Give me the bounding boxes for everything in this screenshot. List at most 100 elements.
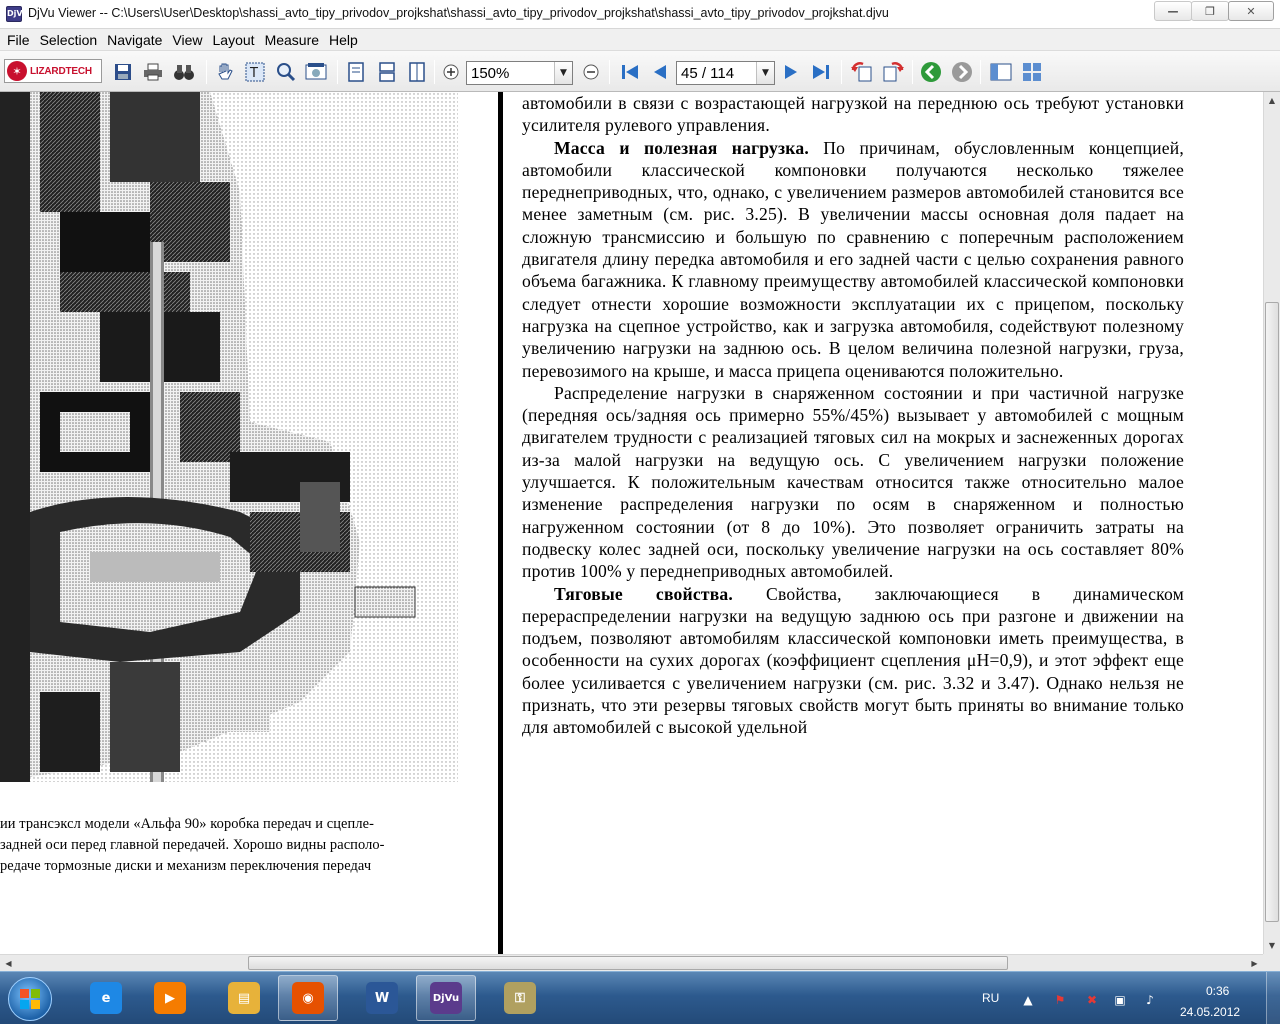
windows-logo-icon — [20, 1000, 29, 1009]
menu-selection[interactable]: Selection — [35, 29, 103, 51]
lizard-icon: ✶ — [7, 61, 27, 81]
last-page-icon[interactable] — [810, 61, 832, 83]
prev-page-icon[interactable] — [649, 61, 671, 83]
scroll-right-icon[interactable]: ▶ — [1246, 955, 1263, 971]
djvu-app-icon[interactable]: DjVu — [6, 6, 28, 22]
horizontal-scrollbar[interactable]: ◀ ▶ — [0, 954, 1263, 971]
scroll-left-icon[interactable]: ◀ — [0, 955, 17, 971]
thumbnails-icon[interactable] — [1021, 61, 1043, 83]
start-button[interactable] — [8, 977, 52, 1021]
page-value[interactable]: 45 / 114 — [677, 62, 756, 84]
clock-date[interactable]: 24.05.2012 — [1180, 1005, 1240, 1019]
action-center-icon[interactable]: ⚑ — [1052, 992, 1068, 1008]
word-icon: W — [366, 982, 398, 1014]
volume-icon[interactable]: ♪ — [1142, 992, 1158, 1008]
network-icon[interactable]: ▣ — [1112, 992, 1128, 1008]
vertical-scroll-thumb[interactable] — [1265, 302, 1279, 922]
caption-line: редаче тормозные диски и механизм перекл… — [0, 858, 372, 874]
minimize-button[interactable]: — — [1154, 1, 1192, 21]
scroll-up-icon[interactable]: ▲ — [1264, 92, 1280, 109]
toolbar-separator — [337, 60, 338, 84]
close-button[interactable]: ✕ — [1228, 1, 1274, 21]
toolbar-separator — [609, 60, 610, 84]
paragraph: Распределение нагрузки в снаряженном сос… — [522, 382, 1184, 582]
window-title: DjVu Viewer -- C:\Users\User\Desktop\sha… — [28, 6, 889, 20]
single-page-icon[interactable] — [345, 61, 367, 83]
right-page: автомобили в связи с возрастающей нагруз… — [503, 92, 1263, 954]
menu-navigate[interactable]: Navigate — [102, 29, 167, 51]
paragraph: Тяговые свойства. Свойства, заключающиес… — [522, 583, 1184, 739]
figure-caption: ии трансэксл модели «Альфа 90» коробка п… — [0, 814, 492, 877]
keys-icon: ⚿ — [504, 982, 536, 1014]
lizardtech-logo[interactable]: ✶ LIZARDTECH — [4, 59, 102, 83]
paragraph-heading: Масса и полезная нагрузка. — [554, 137, 809, 158]
first-page-icon[interactable] — [619, 61, 641, 83]
scroll-down-icon[interactable]: ▼ — [1264, 937, 1280, 954]
zoom-select[interactable]: 150% ▼ — [466, 61, 573, 85]
hand-icon[interactable] — [214, 61, 236, 83]
taskbar-keys[interactable]: ⚿ — [490, 975, 550, 1021]
zoom-value[interactable]: 150% — [467, 62, 554, 84]
menu-help[interactable]: Help — [324, 29, 363, 51]
taskbar: e ▶ ▤ ◉ W DjVu ⚿ RU ▲ ⚑ ✖ ▣ ♪ 0:36 24.05.2012 — [0, 971, 1280, 1024]
caption-line: ии трансэксл модели «Альфа 90» коробка п… — [0, 816, 374, 832]
print-icon[interactable] — [142, 61, 164, 83]
page-select[interactable]: 45 / 114 ▼ — [676, 61, 775, 85]
caption-line: задней оси перед главной передачей. Хоро… — [0, 837, 385, 853]
chevron-down-icon[interactable]: ▼ — [554, 62, 572, 84]
taskbar-explorer[interactable]: ▤ — [214, 975, 274, 1021]
toolbar-separator — [434, 60, 435, 84]
zoom-rect-icon[interactable] — [275, 61, 297, 83]
taskbar-internet-explorer[interactable]: e — [76, 975, 136, 1021]
back-icon[interactable] — [920, 61, 942, 83]
paragraph-body: По причинам, обусловленным концепцией, а… — [522, 137, 1184, 381]
binoculars-icon[interactable] — [173, 61, 195, 83]
title-bar[interactable]: DjVu DjVu Viewer -- C:\Users\User\Deskto… — [0, 0, 1280, 29]
toolbar-separator — [912, 60, 913, 84]
toolbar: ✶ LIZARDTECH T 150% ▼ 45 / 114 ▼ — [0, 51, 1280, 92]
network-error-icon[interactable]: ✖ — [1084, 992, 1100, 1008]
clock-time[interactable]: 0:36 — [1206, 984, 1229, 998]
zoom-in-icon[interactable] — [440, 61, 462, 83]
maximize-button[interactable]: ❐ — [1191, 1, 1229, 21]
taskbar-media-player[interactable]: ▶ — [140, 975, 200, 1021]
layout-icon[interactable] — [990, 61, 1012, 83]
show-desktop-button[interactable] — [1266, 972, 1280, 1024]
windows-logo-icon — [31, 1000, 40, 1009]
next-page-icon[interactable] — [780, 61, 802, 83]
forward-icon[interactable] — [951, 61, 973, 83]
scroll-corner — [1263, 954, 1280, 971]
text-select-icon[interactable]: T — [244, 61, 266, 83]
paragraph: Масса и полезная нагрузка. По причинам, … — [522, 137, 1184, 382]
menu-view[interactable]: View — [167, 29, 207, 51]
save-icon[interactable] — [112, 61, 134, 83]
transaxle-illustration — [0, 92, 458, 782]
menu-file[interactable]: File — [2, 29, 35, 51]
paragraph-body: Свойства, заключающиеся в динамическом п… — [522, 583, 1184, 738]
menu-measure[interactable]: Measure — [260, 29, 324, 51]
show-hidden-icons-icon[interactable]: ▲ — [1020, 992, 1036, 1008]
chevron-down-icon[interactable]: ▼ — [756, 62, 774, 84]
explorer-icon: ▤ — [228, 982, 260, 1014]
snapshot-icon[interactable] — [305, 61, 327, 83]
continuous-icon[interactable] — [376, 61, 398, 83]
horizontal-scroll-thumb[interactable] — [248, 956, 1008, 970]
zoom-out-icon[interactable] — [580, 61, 602, 83]
facing-pages-icon[interactable] — [406, 61, 428, 83]
menu-layout[interactable]: Layout — [208, 29, 260, 51]
language-indicator[interactable]: RU — [982, 991, 999, 1005]
media-player-icon: ▶ — [154, 982, 186, 1014]
toolbar-separator — [206, 60, 207, 84]
taskbar-firefox[interactable]: ◉ — [278, 975, 338, 1021]
rotate-left-icon[interactable] — [851, 61, 873, 83]
internet-explorer-icon: e — [90, 982, 122, 1014]
logo-text: LIZARDTECH — [30, 65, 92, 77]
vertical-scrollbar[interactable]: ▲ ▼ — [1263, 92, 1280, 954]
document-viewer[interactable]: ии трансэксл модели «Альфа 90» коробка п… — [0, 92, 1263, 954]
taskbar-djvu[interactable]: DjVu — [416, 975, 476, 1021]
toolbar-separator — [980, 60, 981, 84]
toolbar-separator — [841, 60, 842, 84]
rotate-right-icon[interactable] — [882, 61, 904, 83]
taskbar-word[interactable]: W — [352, 975, 412, 1021]
svg-text:T: T — [249, 66, 258, 81]
